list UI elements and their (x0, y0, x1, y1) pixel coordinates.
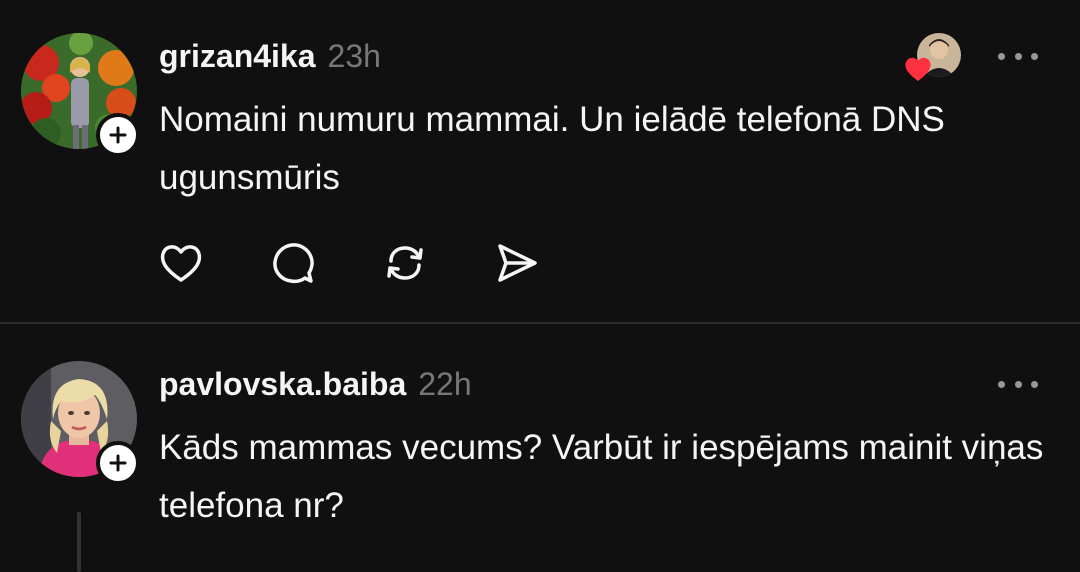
more-dot (1031, 52, 1038, 60)
post-actions (158, 238, 606, 288)
more-dot (998, 52, 1005, 60)
more-dot (1031, 380, 1038, 388)
post-header: grizan4ika 23h (159, 36, 381, 76)
repost-button[interactable] (382, 238, 494, 288)
follow-button[interactable] (96, 113, 140, 157)
comment-button[interactable] (270, 238, 382, 288)
comment-icon (273, 243, 314, 284)
more-dot (1014, 52, 1022, 60)
repost-icon (387, 246, 423, 280)
share-button[interactable] (494, 238, 606, 288)
more-options-button[interactable] (998, 44, 1038, 68)
post-text: Nomaini numuru mammai. Un ielādē telefon… (159, 100, 945, 197)
follow-button[interactable] (96, 441, 140, 485)
liked-by-indicator[interactable] (903, 33, 961, 83)
plus-icon (109, 454, 127, 472)
post-timestamp: 22h (418, 366, 472, 402)
more-dot (998, 380, 1005, 388)
post-header: pavlovska.baiba 22h (159, 364, 472, 404)
post-item[interactable]: grizan4ika 23h Nomaini numuru mammai. Un… (0, 0, 1080, 322)
username[interactable]: pavlovska.baiba (159, 364, 406, 404)
share-icon (498, 244, 537, 282)
heart-filled-icon (905, 57, 931, 81)
plus-icon (109, 126, 127, 144)
post-timestamp: 23h (327, 38, 381, 74)
post-item[interactable]: pavlovska.baiba 22h Kāds mammas vecums? … (0, 324, 1080, 572)
post-text: Kāds mammas vecums? Varbūt ir iespējams … (159, 428, 1044, 525)
thread-connector-line (77, 512, 81, 572)
heart-icon (160, 245, 202, 282)
more-dot (1014, 380, 1022, 388)
more-options-button[interactable] (998, 372, 1038, 396)
username[interactable]: grizan4ika (159, 36, 316, 76)
like-button[interactable] (158, 238, 270, 288)
